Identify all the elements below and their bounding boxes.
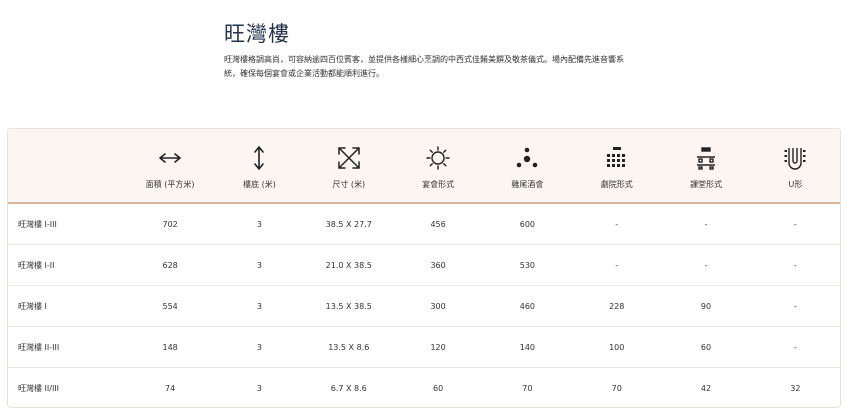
header-classroom: 課堂形式	[661, 129, 750, 202]
header-label: 雞尾酒會	[511, 180, 544, 189]
u-shape-value: -	[793, 260, 797, 270]
banquet-round-table-icon	[425, 145, 451, 171]
height-value: 3	[256, 260, 262, 270]
header-label: 面積 (平方米)	[145, 180, 195, 189]
room-name: 旺灣樓 I-II	[18, 260, 55, 270]
cocktail-value: 140	[519, 342, 536, 352]
horizontal-arrows-icon	[157, 145, 183, 171]
venue-description: 旺灣樓格調高尚，可容納逾四百位賓客，並提供各樣細心烹調的中西式佳餚美饌及敬茶儀式…	[224, 55, 624, 78]
area-value: 148	[162, 342, 178, 352]
u-shape-value: -	[793, 219, 797, 229]
table-body: 旺灣樓 I-III 702 3 38.5 X 27.7 456 600 - - …	[8, 204, 840, 407]
capacity-table: 面積 (平方米) 樓底 (米) 尺寸 (米) 宴會形式 雞尾酒會 劇院形式 課堂…	[7, 128, 841, 408]
header-dimensions: 尺寸 (米)	[304, 129, 393, 202]
dimensions-value: 13.5 X 8.6	[328, 342, 370, 352]
dimensions-value: 21.0 X 38.5	[325, 260, 372, 270]
height-value: 3	[256, 301, 262, 311]
area-value: 74	[165, 383, 176, 393]
u-shape-value: 32	[790, 383, 801, 393]
area-value: 554	[162, 301, 178, 311]
height-value: 3	[256, 219, 262, 229]
table-row: 旺灣樓 I-III 702 3 38.5 X 27.7 456 600 - - …	[8, 204, 840, 245]
cocktail-value: 460	[519, 301, 536, 311]
dimensions-value: 13.5 X 38.5	[325, 301, 372, 311]
expand-diagonal-icon	[336, 145, 362, 171]
dimensions-value: 38.5 X 27.7	[325, 219, 372, 229]
area-value: 702	[162, 219, 178, 229]
vertical-arrows-icon	[246, 145, 272, 171]
theatre-value: 100	[609, 342, 625, 352]
header-label: U形	[788, 180, 803, 189]
table-row: 旺灣樓 I-II 628 3 21.0 X 38.5 360 530 - - -	[8, 245, 840, 286]
banquet-value: 120	[430, 342, 446, 352]
classroom-value: -	[704, 219, 708, 229]
header-theatre: 劇院形式	[572, 129, 661, 202]
theatre-icon	[604, 145, 630, 171]
header-empty-cell	[8, 129, 125, 202]
classroom-value: 90	[700, 301, 712, 311]
header-label: 課堂形式	[690, 180, 723, 189]
theatre-value: -	[615, 260, 619, 270]
room-name: 旺灣樓 II-III	[18, 342, 60, 352]
u-shape-icon	[782, 145, 808, 171]
header-area: 面積 (平方米)	[125, 129, 214, 202]
dimensions-value: 6.7 X 8.6	[330, 383, 367, 393]
table-row: 旺灣樓 II-III 148 3 13.5 X 8.6 120 140 100 …	[8, 327, 840, 368]
classroom-value: -	[704, 260, 708, 270]
theatre-value: 228	[609, 301, 625, 311]
cocktail-value: 530	[519, 260, 536, 270]
header-label: 樓底 (米)	[243, 180, 276, 189]
header-cocktail: 雞尾酒會	[483, 129, 572, 202]
u-shape-value: -	[793, 342, 797, 352]
header-ceiling-height: 樓底 (米)	[215, 129, 304, 202]
classroom-icon	[693, 145, 719, 171]
header-u-shape: U形	[751, 129, 840, 202]
table-row: 旺灣樓 I 554 3 13.5 X 38.5 300 460 228 90 -	[8, 286, 840, 327]
header-label: 宴會形式	[422, 180, 455, 189]
header-label: 劇院形式	[600, 180, 633, 189]
area-value: 628	[162, 260, 178, 270]
height-value: 3	[256, 342, 262, 352]
room-name: 旺灣樓 I	[18, 301, 47, 311]
banquet-value: 360	[430, 260, 446, 270]
classroom-value: 60	[700, 342, 712, 352]
room-name: 旺灣樓 I-III	[18, 219, 57, 229]
theatre-value: 70	[611, 383, 622, 393]
page-title: 旺灣樓	[224, 22, 290, 47]
banquet-value: 300	[430, 301, 446, 311]
theatre-value: -	[615, 219, 619, 229]
height-value: 3	[256, 383, 262, 393]
cocktail-value: 600	[519, 219, 536, 229]
cocktail-icon	[514, 145, 540, 171]
u-shape-value: -	[793, 301, 797, 311]
header-banquet: 宴會形式	[393, 129, 482, 202]
room-name: 旺灣樓 II/III	[18, 383, 60, 393]
banquet-value: 456	[430, 219, 446, 229]
cocktail-value: 70	[522, 383, 533, 393]
classroom-value: 42	[700, 383, 712, 393]
table-row: 旺灣樓 II/III 74 3 6.7 X 8.6 60 70 70 42 32	[8, 368, 840, 407]
table-header: 面積 (平方米) 樓底 (米) 尺寸 (米) 宴會形式 雞尾酒會 劇院形式 課堂…	[8, 129, 840, 204]
header-label: 尺寸 (米)	[332, 180, 366, 189]
banquet-value: 60	[432, 383, 444, 393]
